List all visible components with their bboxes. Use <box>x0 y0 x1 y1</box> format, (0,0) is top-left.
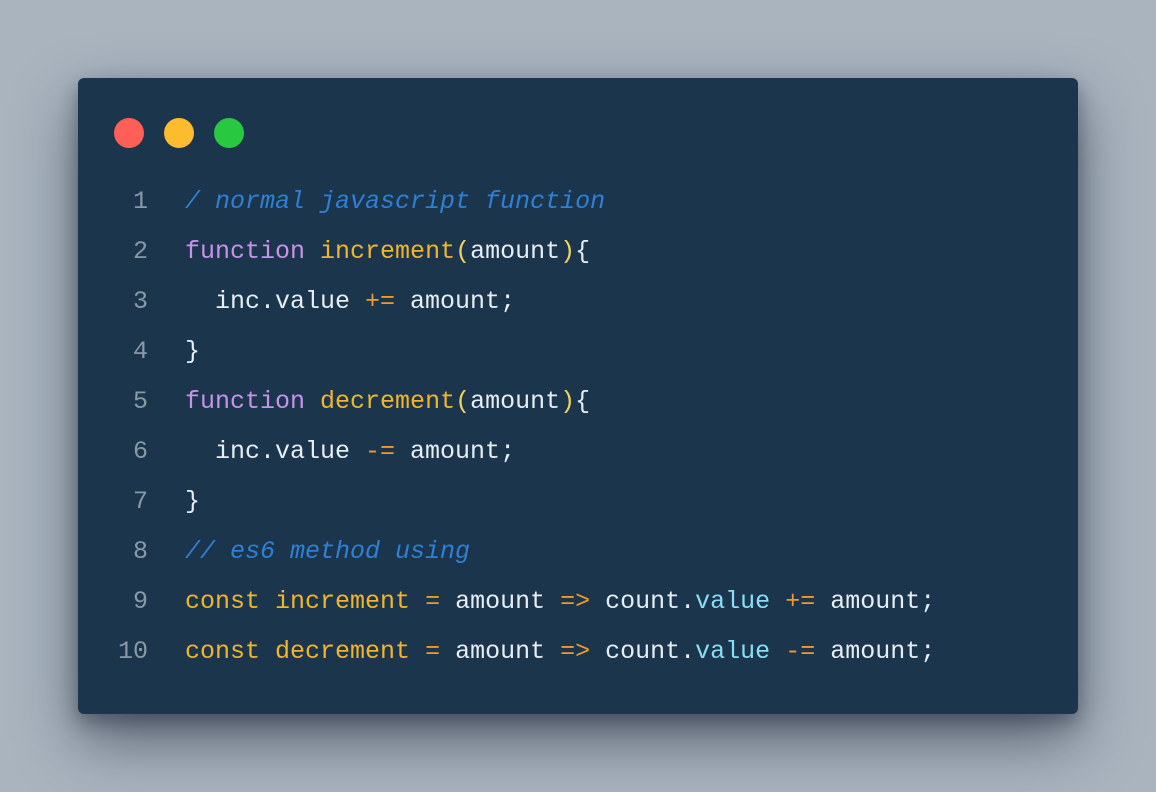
code-token-op: -= <box>365 437 396 466</box>
line-number: 2 <box>132 237 148 266</box>
code-line: 3 inc.value += amount; <box>78 277 1078 327</box>
code-line: 6 inc.value -= amount; <box>78 427 1078 477</box>
code-token-plain: amount <box>470 387 561 416</box>
line-source: inc.value += amount; <box>185 277 515 327</box>
code-line: 1 / normal javascript function <box>78 177 1078 227</box>
code-token-plain: { <box>575 237 591 266</box>
code-token-fn: increment <box>275 587 411 616</box>
code-window: 1 / normal javascript function 2 function i… <box>78 78 1078 714</box>
code-token-fn: decrement <box>320 387 456 416</box>
code-token-plain: } <box>185 487 201 516</box>
maximize-dot[interactable] <box>214 118 244 148</box>
line-source: } <box>185 327 200 377</box>
line-number: 8 <box>132 537 148 566</box>
code-token-plain: count. <box>590 587 696 616</box>
code-token-plain: amount; <box>815 587 936 616</box>
code-token-plain: amount <box>440 587 561 616</box>
line-number: 7 <box>132 487 148 516</box>
code-token-plain: { <box>575 387 591 416</box>
code-token-plain: amount; <box>815 637 936 666</box>
code-token-fn: decrement <box>275 637 411 666</box>
code-line: 7} <box>78 477 1078 527</box>
line-source: } <box>185 477 200 527</box>
code-token-op: = <box>425 637 441 666</box>
line-source: inc.value -= amount; <box>185 427 515 477</box>
code-token-plain: inc.value <box>185 437 366 466</box>
code-token-keyword: function <box>185 237 306 266</box>
code-token-prop: value <box>695 587 771 616</box>
code-token-op: => <box>560 587 591 616</box>
code-token-plain: amount <box>440 637 561 666</box>
line-number: 6 <box>132 437 148 466</box>
code-token-plain: amount; <box>395 437 516 466</box>
code-line: 9 const increment = amount => count.value… <box>78 577 1078 627</box>
line-number: 4 <box>132 337 148 366</box>
line-source: const decrement = amount => count.value … <box>185 627 935 677</box>
minimize-dot[interactable] <box>164 118 194 148</box>
code-token-op: => <box>560 637 591 666</box>
code-token-comment: / normal javascript function <box>185 187 606 216</box>
line-source: const increment = amount => count.value … <box>185 577 935 627</box>
code-line: 5 function decrement(amount){ <box>78 377 1078 427</box>
code-token-plain: amount; <box>395 287 516 316</box>
line-source: function increment(amount){ <box>185 227 590 277</box>
line-number: 9 <box>132 587 148 616</box>
code-token-op: += <box>365 287 396 316</box>
line-number: 3 <box>132 287 148 316</box>
line-source: function decrement(amount){ <box>185 377 590 427</box>
code-token-fn: increment <box>320 237 456 266</box>
code-token-plain: } <box>185 337 201 366</box>
code-line: 2 function increment(amount){ <box>78 227 1078 277</box>
code-token-op: = <box>425 587 441 616</box>
line-number: 5 <box>132 387 148 416</box>
code-token-plain: count. <box>590 637 696 666</box>
code-token-op: += <box>785 587 816 616</box>
code-token-paren: ( <box>455 237 471 266</box>
code-token-prop: value <box>695 637 771 666</box>
code-token-fn: const <box>185 587 261 616</box>
code-token-comment: // es6 method using <box>185 537 471 566</box>
line-source: // es6 method using <box>185 527 470 577</box>
code-token-paren: ( <box>455 387 471 416</box>
code-token-paren: ) <box>560 237 576 266</box>
code-token-plain: inc.value <box>185 287 366 316</box>
line-number: 1 <box>132 187 148 216</box>
line-number: 10 <box>117 637 148 666</box>
code-token-keyword: function <box>185 387 306 416</box>
close-dot[interactable] <box>114 118 144 148</box>
code-line: 4} <box>78 327 1078 377</box>
code-token-paren: ) <box>560 387 576 416</box>
code-token-fn: const <box>185 637 261 666</box>
code-token-plain: amount <box>470 237 561 266</box>
code-line: 8 // es6 method using <box>78 527 1078 577</box>
code-block: 1 / normal javascript function 2 function i… <box>78 177 1078 677</box>
code-token-op: -= <box>785 637 816 666</box>
line-source: / normal javascript function <box>185 177 605 227</box>
code-line: 10 const decrement = amount => count.valu… <box>78 627 1078 677</box>
